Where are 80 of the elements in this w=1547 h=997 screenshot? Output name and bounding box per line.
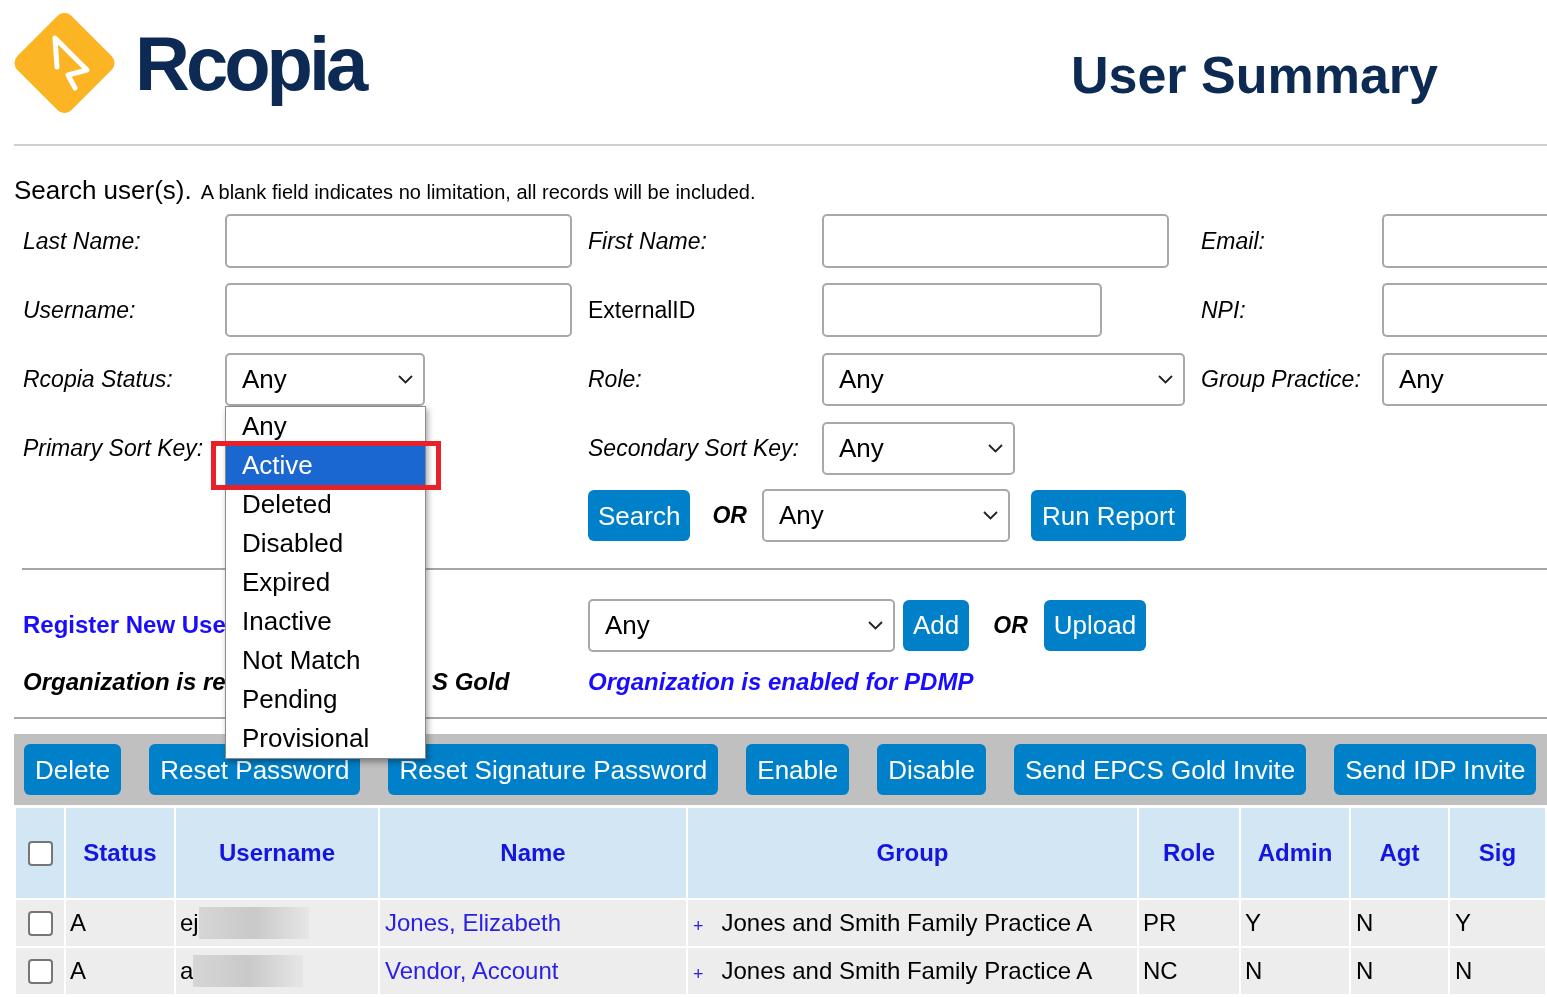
chevron-down-icon (868, 620, 883, 630)
table-cell: A (66, 900, 174, 946)
field-label: Primary Sort Key: (23, 434, 204, 461)
field-label: Username: (23, 296, 136, 323)
column-header[interactable]: Name (380, 808, 686, 898)
dropdown-select[interactable]: Any (225, 352, 425, 406)
field-label: Role: (588, 365, 642, 392)
field-label: Rcopia Status: (23, 365, 173, 392)
checkbox[interactable] (28, 840, 53, 866)
toolbar-button[interactable]: Disable (877, 744, 986, 795)
checkbox[interactable] (28, 958, 53, 984)
dropdown-option[interactable]: Any (242, 413, 287, 439)
table-cell: N (1351, 900, 1448, 946)
table-cell: Y (1241, 900, 1349, 946)
expand-toggle[interactable]: + (693, 965, 704, 983)
toolbar-button[interactable]: Reset Signature Password (388, 744, 719, 795)
dropdown-select[interactable]: Any (822, 421, 1015, 475)
table-cell: NC (1139, 948, 1239, 994)
username-text: a (180, 956, 194, 986)
dropdown-option[interactable]: Deleted (242, 491, 332, 517)
username-text: ej (180, 908, 199, 938)
field-label: Group Practice: (1201, 365, 1361, 392)
toolbar-button[interactable]: Enable (746, 744, 850, 795)
text-input[interactable] (822, 214, 1169, 268)
chevron-down-icon (1158, 374, 1173, 384)
chevron-down-icon (398, 374, 413, 384)
table-cell: Y (1450, 900, 1545, 946)
field-label: Secondary Sort Key: (588, 434, 799, 461)
dropdown-option[interactable]: Expired (242, 569, 331, 595)
group-text: Jones and Smith Family Practice A (721, 908, 1093, 938)
text-input[interactable] (1382, 283, 1547, 337)
table-cell: A (66, 948, 174, 994)
dropdown-select[interactable]: Any (822, 352, 1185, 406)
dropdown-select[interactable]: Any (588, 598, 895, 652)
dropdown-option[interactable]: Inactive (242, 608, 332, 634)
table-cell: N (1450, 948, 1545, 994)
column-header[interactable]: Username (176, 808, 378, 898)
group-text: Jones and Smith Family Practice A (721, 956, 1093, 986)
run-report-button[interactable]: Run Report (1030, 490, 1186, 541)
field-label: Email: (1201, 227, 1265, 254)
toolbar-button[interactable]: Delete (24, 744, 122, 795)
text-input[interactable] (225, 283, 572, 337)
search-hint: A blank field indicates no limitation, all records will be included. (200, 182, 756, 202)
text-input[interactable] (822, 283, 1102, 337)
toolbar-button[interactable]: Send EPCS Gold Invite (1014, 744, 1307, 795)
notice-text: Organization is re (23, 668, 226, 695)
text-input[interactable] (225, 214, 572, 268)
dropdown-option[interactable]: Disabled (242, 530, 344, 556)
field-label: NPI: (1201, 296, 1246, 323)
text-input[interactable] (1382, 214, 1547, 268)
dropdown-option[interactable]: Pending (242, 686, 338, 712)
add-button[interactable]: Add (903, 599, 970, 651)
or-label: OR (993, 610, 1028, 640)
table-cell: PR (1139, 900, 1239, 946)
column-header[interactable]: Agt (1351, 808, 1448, 898)
upload-button[interactable]: Upload (1043, 599, 1147, 651)
column-header[interactable]: Sig (1450, 808, 1545, 898)
search-heading: Search user(s). (14, 177, 192, 203)
chevron-down-icon (982, 511, 998, 520)
column-header[interactable]: Group (688, 808, 1137, 898)
checkbox[interactable] (28, 910, 53, 936)
dropdown-select[interactable]: Any (761, 489, 1010, 542)
or-label: OR (712, 501, 747, 531)
field-label: Last Name: (23, 227, 141, 254)
dropdown-option[interactable]: Not Match (242, 647, 361, 673)
dropdown-select[interactable]: Any (1382, 352, 1547, 406)
chevron-down-icon (988, 443, 1003, 453)
table-cell: N (1351, 948, 1448, 994)
column-header[interactable]: Admin (1241, 808, 1349, 898)
search-button[interactable]: Search (588, 490, 691, 541)
column-header[interactable]: Status (66, 808, 174, 898)
column-header[interactable]: Role (1139, 808, 1239, 898)
toolbar-button[interactable]: Send IDP Invite (1334, 744, 1537, 795)
pdmp-notice: Organization is enabled for PDMP (588, 667, 974, 697)
notice-text: S Gold (432, 667, 510, 697)
register-link[interactable]: Register New Use (23, 611, 226, 638)
table-cell: N (1241, 948, 1349, 994)
field-label: ExternalID (588, 296, 696, 323)
expand-toggle[interactable]: + (693, 917, 704, 935)
field-label: First Name: (588, 227, 707, 254)
